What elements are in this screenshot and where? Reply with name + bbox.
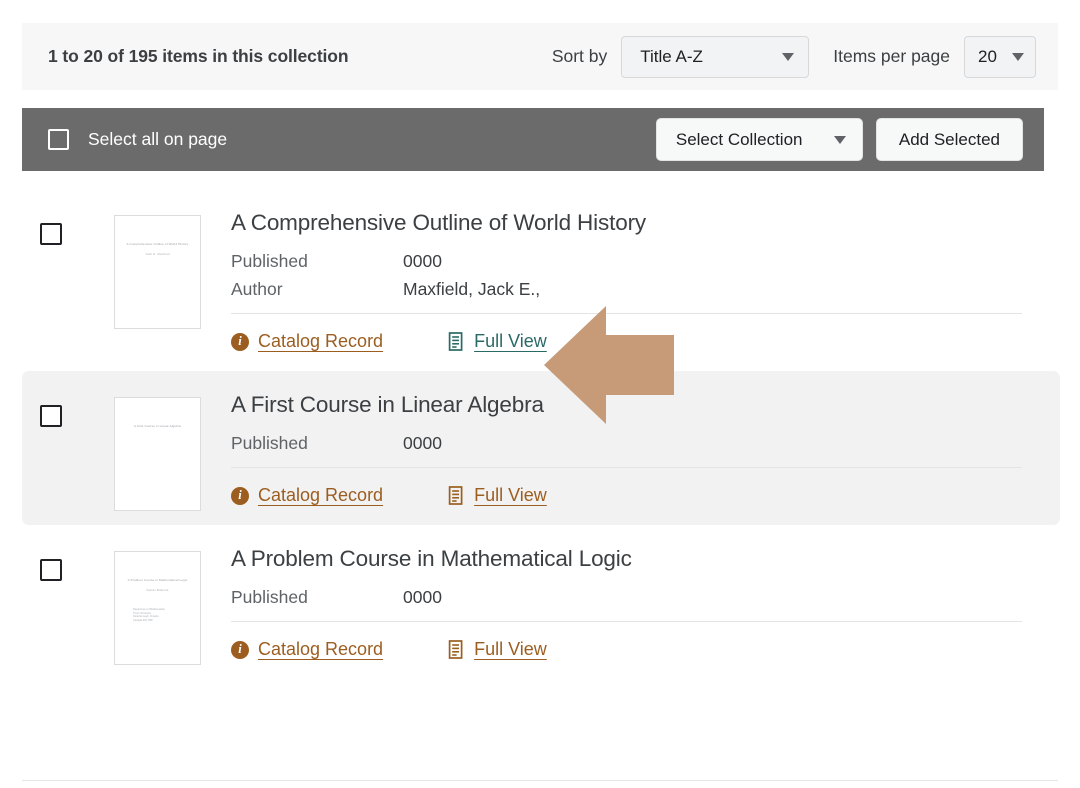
info-icon: i [231, 333, 249, 351]
metadata-row: Published 0000 [231, 251, 1046, 272]
search-result-list: A Comprehensive Outline of World History… [22, 189, 1060, 679]
add-selected-label: Add Selected [899, 130, 1000, 150]
chevron-down-icon [834, 136, 846, 144]
full-view-link[interactable]: Full View [448, 639, 547, 660]
result-item-actions: i Catalog Record Full View [231, 622, 1046, 679]
thumbnail-cover-text: A First Course in Linear Algebra [115, 424, 200, 429]
document-icon [448, 332, 465, 351]
thumbnail-cover-text: A Problem Course in Mathematical Logic S… [115, 578, 200, 592]
thumbnail-author: Stefan Bilaniuk [115, 588, 200, 593]
result-item-metadata: Published 0000 Author Maxfield, Jack E., [231, 251, 1046, 300]
full-view-link[interactable]: Full View [448, 485, 547, 506]
thumbnail-title: A Comprehensive Outline of World History [115, 242, 200, 247]
result-item-body: A Comprehensive Outline of World History… [231, 205, 1060, 371]
metadata-row: Author Maxfield, Jack E., [231, 279, 1046, 300]
result-item-actions: i Catalog Record Full View [231, 468, 1046, 525]
add-selected-button[interactable]: Add Selected [876, 118, 1023, 161]
chevron-down-icon [782, 53, 794, 61]
items-per-page-select[interactable]: 20 [964, 36, 1036, 78]
full-view-label: Full View [474, 639, 547, 660]
sort-by-select[interactable]: Title A-Z [621, 36, 809, 78]
metadata-key: Published [231, 251, 403, 272]
result-item-actions: i Catalog Record Full View [231, 314, 1046, 371]
catalog-record-label: Catalog Record [258, 639, 383, 660]
result-item-body: A Problem Course in Mathematical Logic P… [231, 541, 1060, 679]
thumbnail-cover-text: A Comprehensive Outline of World History… [115, 242, 200, 256]
book-cover-thumbnail[interactable]: A Problem Course in Mathematical Logic S… [114, 551, 201, 665]
metadata-value: 0000 [403, 587, 442, 608]
result-item-title[interactable]: A Comprehensive Outline of World History [231, 210, 1046, 236]
full-view-label: Full View [474, 331, 547, 352]
results-count-text: 1 to 20 of 195 items in this collection [48, 46, 349, 67]
metadata-key: Published [231, 587, 403, 608]
result-item-title[interactable]: A First Course in Linear Algebra [231, 392, 1046, 418]
catalog-record-link[interactable]: i Catalog Record [231, 485, 383, 506]
info-icon: i [231, 641, 249, 659]
result-item-checkbox[interactable] [40, 223, 62, 245]
result-item-title[interactable]: A Problem Course in Mathematical Logic [231, 546, 1046, 572]
catalog-record-link[interactable]: i Catalog Record [231, 639, 383, 660]
thumbnail-extra-text: Department of Mathematics Trent Universi… [133, 608, 165, 622]
metadata-row: Published 0000 [231, 587, 1046, 608]
sort-by-value: Title A-Z [640, 47, 703, 67]
document-icon [448, 486, 465, 505]
select-all-label: Select all on page [88, 129, 227, 150]
select-collection-dropdown[interactable]: Select Collection [656, 118, 863, 161]
chevron-down-icon [1012, 53, 1024, 61]
select-all-on-page-control[interactable]: Select all on page [48, 129, 227, 150]
result-item-body: A First Course in Linear Algebra Publish… [231, 387, 1060, 525]
metadata-value: 0000 [403, 251, 442, 272]
items-per-page-label: Items per page [833, 46, 950, 67]
bulk-action-toolbar: Select all on page Select Collection Add… [22, 108, 1044, 171]
document-icon [448, 640, 465, 659]
result-item-checkbox[interactable] [40, 405, 62, 427]
metadata-row: Published 0000 [231, 433, 1046, 454]
items-per-page-value: 20 [978, 47, 997, 67]
list-bottom-divider [22, 780, 1058, 781]
sort-by-label: Sort by [552, 46, 607, 67]
result-item-metadata: Published 0000 [231, 433, 1046, 454]
header-controls: Sort by Title A-Z Items per page 20 [552, 36, 1036, 78]
select-all-checkbox[interactable] [48, 129, 69, 150]
catalog-record-label: Catalog Record [258, 331, 383, 352]
result-item: A Problem Course in Mathematical Logic S… [22, 525, 1060, 679]
metadata-value: Maxfield, Jack E., [403, 279, 540, 300]
thumbnail-author: Jack E. Maxfield [115, 252, 200, 257]
thumbnail-title: A First Course in Linear Algebra [115, 424, 200, 429]
catalog-record-link[interactable]: i Catalog Record [231, 331, 383, 352]
bulk-action-controls: Select Collection Add Selected [656, 118, 1023, 161]
metadata-key: Author [231, 279, 403, 300]
result-item: A Comprehensive Outline of World History… [22, 189, 1060, 371]
results-header-bar: 1 to 20 of 195 items in this collection … [22, 23, 1058, 90]
full-view-label: Full View [474, 485, 547, 506]
metadata-value: 0000 [403, 433, 442, 454]
thumbnail-title: A Problem Course in Mathematical Logic [115, 578, 200, 583]
result-item-checkbox[interactable] [40, 559, 62, 581]
select-collection-value: Select Collection [676, 130, 803, 150]
book-cover-thumbnail[interactable]: A Comprehensive Outline of World History… [114, 215, 201, 329]
info-icon: i [231, 487, 249, 505]
result-item-metadata: Published 0000 [231, 587, 1046, 608]
full-view-link[interactable]: Full View [448, 331, 547, 352]
result-item: A First Course in Linear Algebra A First… [22, 371, 1060, 525]
metadata-key: Published [231, 433, 403, 454]
catalog-record-label: Catalog Record [258, 485, 383, 506]
book-cover-thumbnail[interactable]: A First Course in Linear Algebra [114, 397, 201, 511]
